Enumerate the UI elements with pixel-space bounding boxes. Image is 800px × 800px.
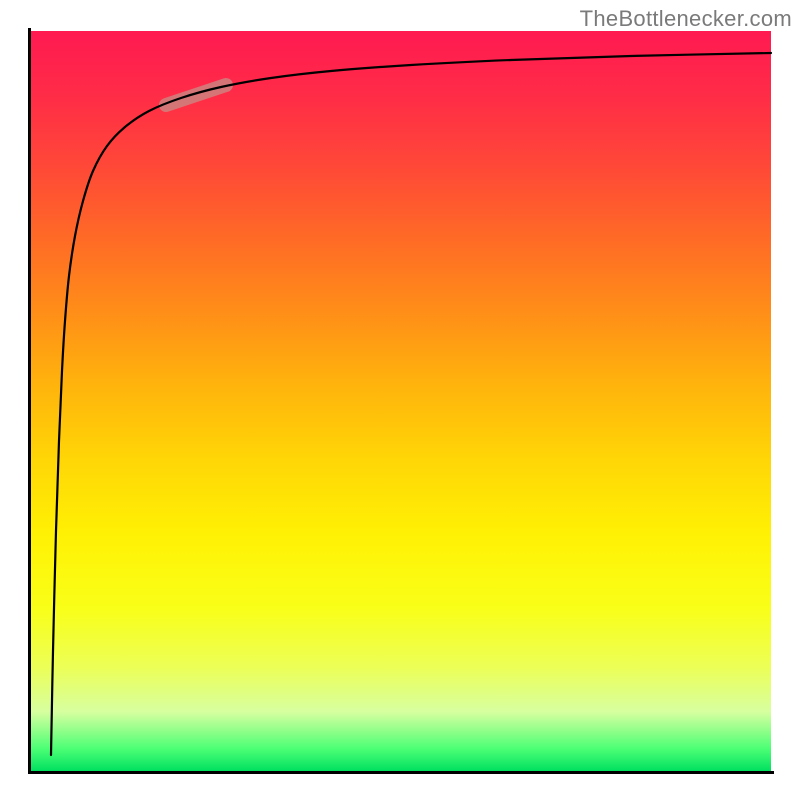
watermark-text: TheBottlenecker.com [580, 6, 792, 32]
bottleneck-curve [51, 53, 771, 755]
chart-container: TheBottlenecker.com [0, 0, 800, 800]
curve-layer [31, 31, 771, 771]
x-axis [28, 771, 774, 774]
